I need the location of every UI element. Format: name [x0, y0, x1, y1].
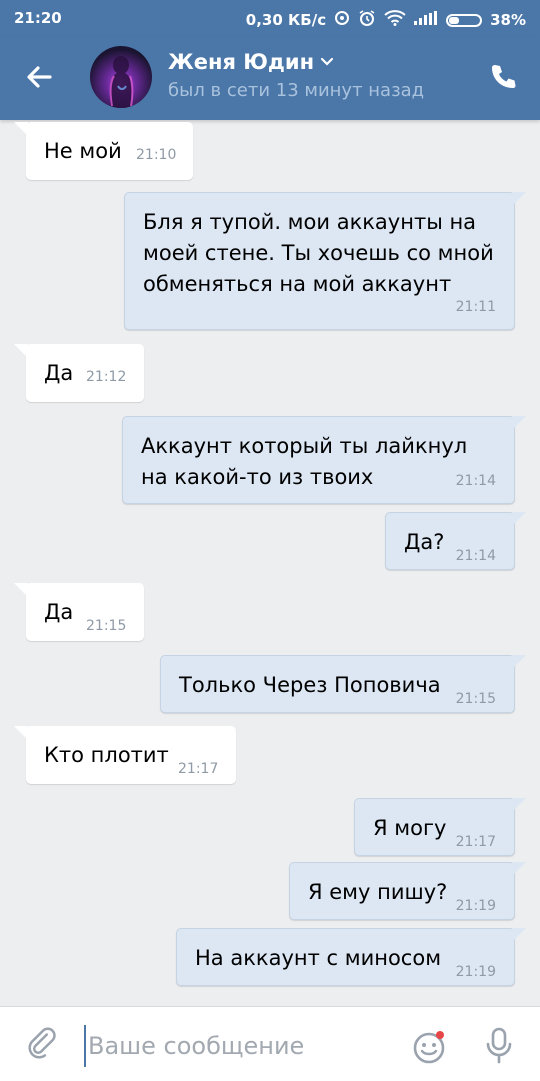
message-bubble[interactable]: Я ему пишу? 21:19 [289, 862, 526, 920]
back-button[interactable] [22, 60, 62, 96]
message-text: Да [44, 361, 74, 385]
signal-icon [414, 11, 438, 29]
message-time: 21:14 [455, 473, 496, 489]
message-time: 21:19 [455, 964, 496, 980]
message-time: 21:17 [178, 761, 219, 777]
message-text: Не мой [44, 139, 122, 163]
message-time: 21:19 [455, 898, 496, 914]
alarm-icon [358, 9, 376, 31]
message-time: 21:12 [86, 369, 127, 385]
contact-name-text: Женя Юдин [168, 50, 315, 74]
message-time: 21:10 [136, 147, 177, 163]
message-text: Кто плотит [44, 743, 169, 767]
message-bubble[interactable]: Кто плотит 21:17 [14, 726, 236, 784]
sync-icon [334, 10, 350, 30]
composer-bar [0, 1006, 540, 1081]
message-bubble[interactable]: На аккаунт с миносом 21:19 [176, 928, 526, 986]
message-time: 21:15 [455, 691, 496, 707]
message-bubble[interactable]: Да 21:15 [14, 583, 144, 641]
contact-last-seen: был в сети 13 минут назад [168, 80, 425, 101]
battery-level: 38% [490, 11, 526, 29]
message-time: 21:14 [455, 548, 496, 564]
emoji-button[interactable] [412, 1029, 448, 1069]
message-text: Только Через Поповича [179, 673, 441, 697]
status-right-group: 0,30 КБ/с 38% [246, 9, 526, 31]
message-text: На аккаунт с миносом [195, 946, 442, 970]
message-bubble[interactable]: Да? 21:14 [385, 512, 526, 570]
battery-icon [446, 13, 483, 27]
status-time: 21:20 [14, 9, 62, 27]
chat-header: Женя Юдин был в сети 13 минут назад [0, 36, 540, 120]
message-bubble[interactable]: Только Через Поповича 21:15 [160, 655, 526, 713]
message-time: 21:17 [455, 834, 496, 850]
network-speed: 0,30 КБ/с [245, 11, 327, 29]
paperclip-icon [28, 1027, 56, 1059]
message-text: Да? [404, 530, 445, 554]
smiley-icon [413, 1031, 445, 1064]
contact-info[interactable]: Женя Юдин был в сети 13 минут назад [168, 50, 424, 101]
message-text: Да [44, 600, 74, 624]
message-text: Я могу [373, 816, 447, 840]
call-button[interactable] [488, 62, 520, 94]
message-time: 21:15 [86, 618, 127, 634]
message-input[interactable] [84, 1025, 390, 1067]
chevron-down-icon [320, 57, 334, 66]
message-bubble[interactable]: Бля я тупой. мои аккаунты на моей стене.… [124, 192, 526, 330]
attach-button[interactable] [26, 1027, 60, 1065]
message-text: Я ему пишу? [308, 880, 448, 904]
message-bubble[interactable]: Я могу 21:17 [354, 798, 526, 856]
phone-icon [492, 65, 516, 88]
message-text: Аккаунт который ты лайкнул на какой-то и… [141, 434, 468, 489]
message-bubble[interactable]: Аккаунт который ты лайкнул на какой-то и… [122, 416, 526, 504]
message-bubble[interactable]: Да 21:12 [14, 344, 144, 402]
contact-name[interactable]: Женя Юдин [168, 50, 424, 74]
message-bubble[interactable]: Не мой 21:10 [14, 122, 193, 180]
voice-record-button[interactable] [484, 1027, 514, 1069]
status-bar: 21:20 0,30 КБ/с 38% [0, 0, 540, 36]
message-time: 21:11 [455, 299, 496, 315]
arrow-left-icon [27, 66, 52, 88]
message-text: Бля я тупой. мои аккаунты на моей стене.… [143, 210, 494, 296]
microphone-icon [486, 1027, 512, 1064]
notification-dot [436, 1031, 444, 1039]
wifi-icon [384, 10, 406, 30]
avatar[interactable] [90, 46, 152, 108]
